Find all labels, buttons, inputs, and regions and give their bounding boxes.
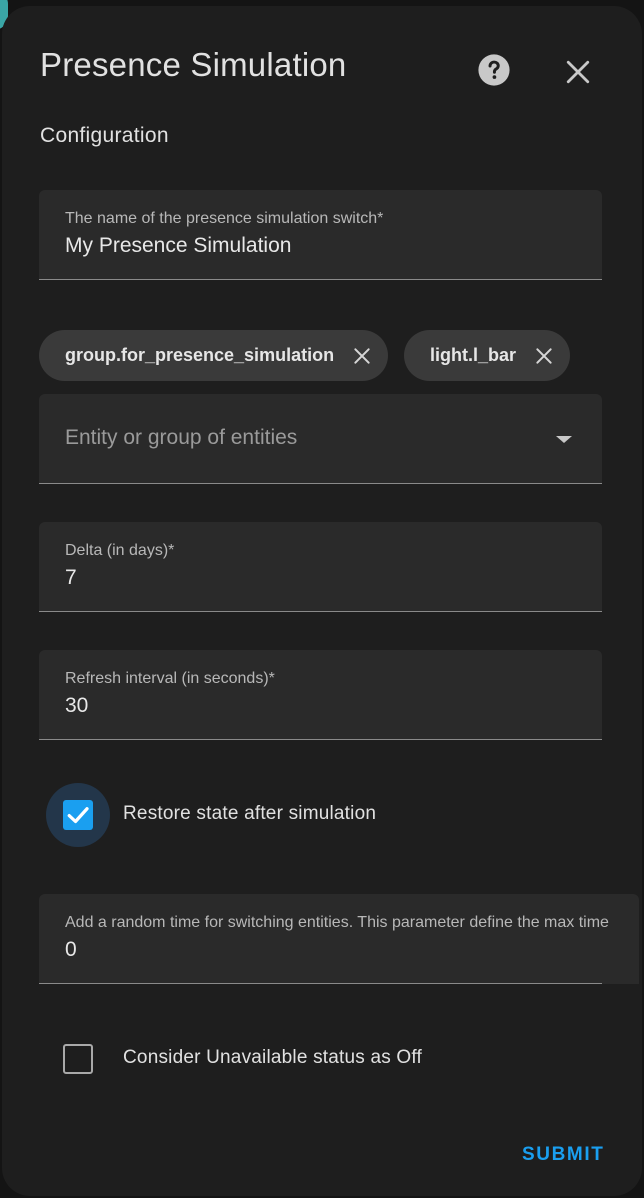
delta-value: 7 [65,566,77,589]
entity-chip-label: light.l_bar [430,345,517,365]
close-icon [566,60,590,84]
checkmark-icon [67,807,89,824]
delta-label: Delta (in days)* [65,542,175,559]
help-button[interactable] [476,52,512,88]
refresh-interval-field[interactable]: Refresh interval (in seconds)* 30 [39,650,602,740]
close-icon [354,347,370,364]
random-time-field[interactable]: Add a random time for switching entities… [39,894,639,984]
entity-select[interactable]: Entity or group of entities [39,394,602,484]
random-time-value: 0 [65,938,77,961]
help-circle-icon [478,54,510,86]
restore-state-row: Restore state after simulation [46,783,606,847]
random-time-label: Add a random time for switching entities… [65,914,609,931]
entity-chip-light: light.l_bar [404,330,571,381]
switch-name-field[interactable]: The name of the presence simulation swit… [39,190,602,280]
refresh-interval-value: 30 [65,694,89,717]
entity-chip-label: group.for_presence_simulation [65,345,335,365]
entity-select-placeholder: Entity or group of entities [65,426,298,449]
entity-chip-group: group.for_presence_simulation [39,330,389,381]
submit-button[interactable]: SUBMIT [514,1140,612,1170]
presence-simulation-dialog: Presence Simulation Configuration The na… [2,6,642,1196]
delta-field[interactable]: Delta (in days)* 7 [39,522,602,612]
random-time-clip: Add a random time for switching entities… [39,894,639,984]
remove-chip-button[interactable] [348,342,376,370]
unavailable-as-off-row: Consider Unavailable status as Off [46,1027,606,1091]
unavailable-as-off-label: Consider Unavailable status as Off [123,1047,422,1068]
close-icon [536,347,552,364]
restore-state-label: Restore state after simulation [123,803,377,824]
switch-name-label: The name of the presence simulation swit… [65,210,384,227]
unavailable-as-off-checkbox[interactable] [63,1044,93,1074]
dialog-title: Presence Simulation [40,46,347,83]
restore-state-checkbox[interactable] [63,800,93,830]
close-button[interactable] [560,54,596,90]
remove-chip-button[interactable] [530,342,558,370]
section-title-configuration: Configuration [40,124,169,147]
switch-name-value: My Presence Simulation [65,234,292,257]
dropdown-arrow-icon [556,436,572,443]
refresh-interval-label: Refresh interval (in seconds)* [65,670,275,687]
